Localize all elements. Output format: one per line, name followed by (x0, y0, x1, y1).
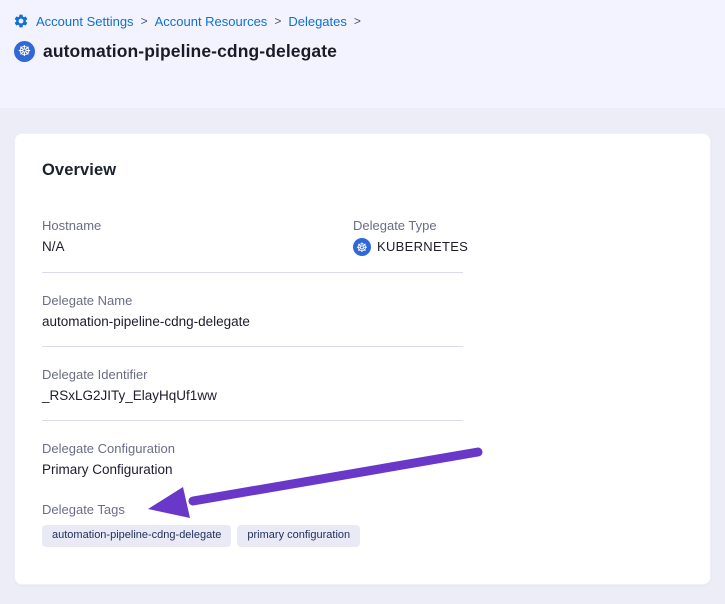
breadcrumb-item-account-settings[interactable]: Account Settings (36, 14, 134, 29)
delegate-tag: primary configuration (237, 525, 360, 547)
delegate-name-field: Delegate Name automation-pipeline-cdng-d… (42, 293, 463, 347)
overview-fields: Hostname N/A Delegate Type ☸ KUBERNETES … (42, 218, 463, 547)
delegate-tags-field: Delegate Tags automation-pipeline-cdng-d… (42, 502, 463, 547)
overview-heading: Overview (42, 161, 683, 180)
hostname-type-row: Hostname N/A Delegate Type ☸ KUBERNETES (42, 218, 463, 273)
delegate-tags-list: automation-pipeline-cdng-delegate primar… (42, 525, 463, 547)
delegate-identifier-value: _RSxLG2JITy_ElayHqUf1ww (42, 387, 463, 404)
breadcrumb-item-account-resources[interactable]: Account Resources (155, 14, 268, 29)
delegate-configuration-value: Primary Configuration (42, 461, 463, 478)
kubernetes-icon: ☸ (14, 41, 35, 62)
breadcrumb-separator: > (354, 14, 361, 28)
delegate-name-label: Delegate Name (42, 293, 463, 308)
delegate-configuration-label: Delegate Configuration (42, 441, 463, 456)
delegate-identifier-field: Delegate Identifier _RSxLG2JITy_ElayHqUf… (42, 367, 463, 421)
delegate-type-value: ☸ KUBERNETES (353, 238, 468, 256)
kubernetes-icon: ☸ (353, 238, 371, 256)
hostname-field: Hostname N/A (42, 218, 353, 256)
hostname-value: N/A (42, 238, 353, 255)
delegate-name-value: automation-pipeline-cdng-delegate (42, 313, 463, 330)
delegate-type-text: KUBERNETES (377, 238, 468, 256)
page-title: automation-pipeline-cdng-delegate (43, 41, 337, 62)
breadcrumb: Account Settings > Account Resources > D… (13, 13, 711, 29)
hostname-label: Hostname (42, 218, 353, 233)
delegate-identifier-label: Delegate Identifier (42, 367, 463, 382)
delegate-configuration-field: Delegate Configuration Primary Configura… (42, 441, 463, 494)
delegate-type-field: Delegate Type ☸ KUBERNETES (353, 218, 468, 256)
delegate-tags-label: Delegate Tags (42, 502, 463, 517)
breadcrumb-separator: > (141, 14, 148, 28)
page-content: Overview Hostname N/A Delegate Type ☸ KU… (0, 108, 725, 585)
overview-card: Overview Hostname N/A Delegate Type ☸ KU… (14, 133, 711, 585)
breadcrumb-item-delegates[interactable]: Delegates (288, 14, 347, 29)
delegate-tag: automation-pipeline-cdng-delegate (42, 525, 231, 547)
page-header: Account Settings > Account Resources > D… (0, 0, 725, 108)
page-title-row: ☸ automation-pipeline-cdng-delegate (13, 41, 711, 62)
gear-icon (13, 13, 29, 29)
breadcrumb-separator: > (274, 14, 281, 28)
delegate-type-label: Delegate Type (353, 218, 468, 233)
